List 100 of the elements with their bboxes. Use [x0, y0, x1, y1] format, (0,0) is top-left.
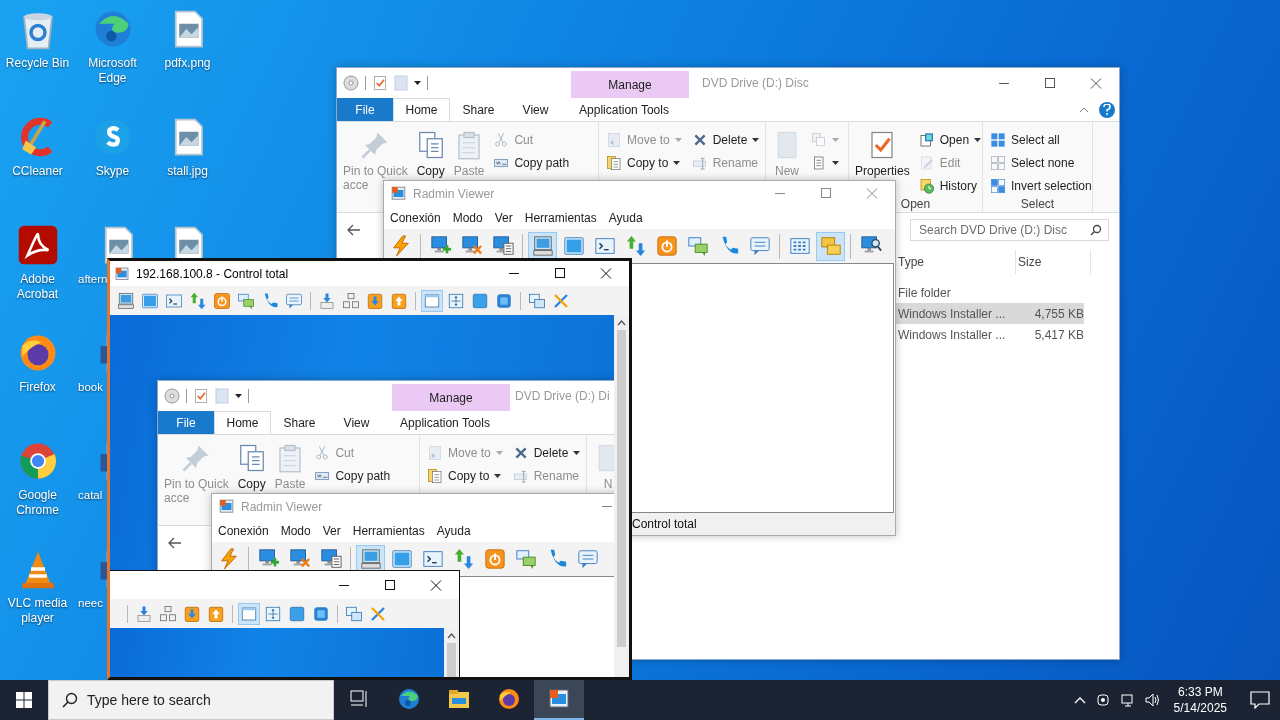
windows-icon [345, 604, 363, 623]
maximize-icon[interactable] [384, 579, 396, 591]
ribbon-button[interactable]: Copy to [424, 465, 506, 487]
expand-icon [495, 291, 513, 310]
acrobat-icon [16, 224, 59, 266]
ribbon-tab[interactable]: Application Tools [386, 411, 504, 434]
menu-item[interactable]: Conexión [384, 210, 447, 225]
ribbon-tab[interactable]: File [337, 98, 393, 121]
chat-bubbles-icon [237, 291, 255, 310]
ribbon-tab[interactable]: View [328, 411, 385, 434]
checklist-icon [372, 75, 388, 91]
menu-item[interactable]: Ver [316, 523, 347, 538]
grid-icon [788, 235, 811, 257]
menu-item[interactable]: Conexión [212, 523, 275, 538]
close-icon[interactable] [600, 268, 612, 279]
caret-icon [974, 138, 982, 142]
invert-selection-icon [990, 178, 1006, 194]
clock-date[interactable]: 5/14/2025 [1173, 700, 1227, 716]
box-down-icon [183, 604, 201, 623]
checklist-icon [193, 388, 209, 404]
download-icon [135, 604, 153, 623]
ribbon-button[interactable]: Invert selection [987, 175, 1095, 197]
windows-logo-icon[interactable] [16, 692, 32, 708]
ribbon-button[interactable]: Select none [987, 152, 1095, 174]
close-icon[interactable] [430, 579, 442, 591]
ribbon-button[interactable]: Delete [688, 129, 763, 151]
disc-icon[interactable] [343, 75, 359, 91]
menu-item[interactable]: Modo [446, 210, 489, 225]
window-title: Radmin Viewer [413, 186, 495, 201]
chat-bubbles-icon [514, 548, 537, 570]
table-cell-text: File folder [897, 285, 952, 300]
ribbon-button[interactable]: Copy path [490, 152, 573, 174]
back-arrow-icon[interactable] [347, 223, 361, 236]
maximize-icon[interactable] [554, 268, 566, 279]
copy-to-icon [606, 155, 622, 171]
scrollbar[interactable] [614, 315, 629, 677]
caret-icon [832, 161, 839, 165]
expand-icon [312, 604, 330, 623]
clock-time[interactable]: 6:33 PM [1177, 684, 1223, 700]
collapse-icon[interactable] [1079, 106, 1089, 113]
computer-cross-icon [460, 235, 483, 257]
table-cell-text: 4,755 KB [1033, 306, 1084, 321]
monitor-icon [562, 235, 585, 257]
ribbon-tab[interactable]: Share [450, 98, 507, 121]
select-none-icon [990, 155, 1006, 171]
menu-item[interactable]: Ayuda [602, 210, 649, 225]
scroll-up-icon[interactable] [617, 320, 626, 326]
ribbon-button[interactable]: Copy [413, 126, 448, 178]
menu-item[interactable]: Modo [274, 523, 317, 538]
move-icon [427, 445, 443, 461]
network-icon[interactable] [1119, 692, 1136, 708]
menu-item[interactable]: Ayuda [430, 523, 477, 538]
pin-icon [181, 443, 212, 473]
column-header[interactable]: Size [1016, 250, 1091, 274]
search-field[interactable]: Type here to search [48, 680, 334, 720]
ribbon-tab[interactable]: File [158, 411, 214, 434]
help-icon[interactable] [1099, 101, 1115, 118]
device-icon[interactable] [1094, 692, 1111, 708]
ribbon-button[interactable]: Copy to [603, 152, 685, 174]
ribbon-tab[interactable]: View [507, 98, 564, 121]
file-row[interactable]: File folder [896, 282, 1084, 303]
ribbon-button[interactable]: Copy [234, 439, 269, 491]
select-all-icon [990, 132, 1006, 148]
ribbon-button[interactable]: Open [915, 129, 985, 151]
ribbon-tab[interactable]: Home [214, 411, 271, 434]
chevron-up-icon[interactable] [1073, 696, 1086, 704]
disc-icon[interactable] [164, 388, 180, 404]
caret-icon [573, 451, 581, 455]
firefox-icon [497, 687, 521, 711]
ribbon-button[interactable]: History [915, 175, 985, 197]
ribbon-tab[interactable]: Application Tools [565, 98, 683, 121]
menu-item[interactable]: Ver [488, 210, 519, 225]
close-icon[interactable] [1090, 77, 1102, 89]
ribbon-button[interactable]: Properties [853, 126, 912, 178]
ribbon-button[interactable]: Select all [987, 129, 1095, 151]
ribbon-button[interactable]: Delete [509, 442, 584, 464]
menu-item[interactable]: Herramientas [346, 523, 431, 538]
maximize-icon[interactable] [1044, 77, 1056, 89]
file-row[interactable]: Windows Installer ... 5,417 KB [896, 324, 1084, 345]
ribbon-button[interactable]: Copy path [311, 465, 394, 487]
history-icon [918, 178, 935, 194]
ribbon-tab[interactable]: Home [393, 98, 450, 121]
laptop-icon [531, 235, 554, 257]
file-row[interactable]: Windows Installer ... 4,755 KB [896, 303, 1084, 324]
search-field[interactable]: Search DVD Drive (D:) Disc [910, 218, 1109, 241]
scroll-up-icon[interactable] [447, 633, 456, 639]
volume-icon[interactable] [1144, 692, 1161, 708]
download-icon [318, 291, 336, 310]
context-tab-header: Manage [571, 71, 689, 98]
table-cell-text: 5,417 KB [1033, 327, 1084, 342]
notification-icon[interactable] [1250, 691, 1270, 709]
menu-item[interactable]: Herramientas [518, 210, 603, 225]
back-arrow-icon[interactable] [168, 536, 182, 549]
window-title: Radmin Viewer [241, 499, 323, 514]
toolbar-button[interactable] [528, 231, 557, 261]
table-cell-text: Windows Installer ... [897, 306, 1007, 321]
taskbar-app[interactable] [534, 680, 584, 720]
box-down-icon [366, 291, 384, 310]
rename-icon [691, 155, 708, 171]
ribbon-tab[interactable]: Share [271, 411, 328, 434]
